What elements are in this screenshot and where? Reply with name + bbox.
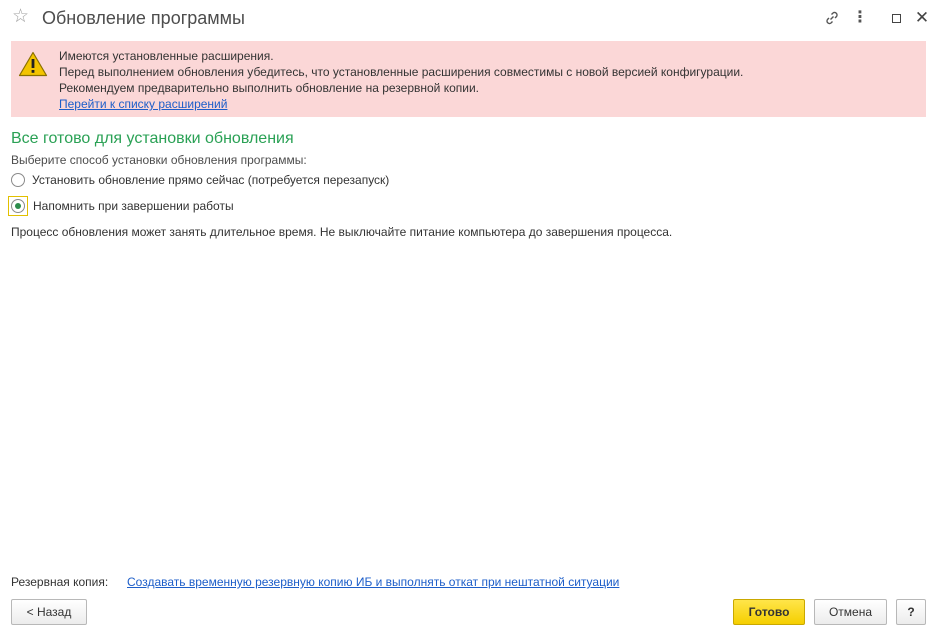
- window-title: Обновление программы: [42, 8, 245, 28]
- close-icon[interactable]: ✕: [912, 8, 932, 28]
- warning-text: Имеются установленные расширения. Перед …: [59, 48, 743, 112]
- option-install-now-label[interactable]: Установить обновление прямо сейчас (потр…: [32, 172, 389, 188]
- radio-install-now[interactable]: [11, 173, 25, 187]
- cancel-button[interactable]: Отмена: [814, 599, 887, 625]
- warning-line-2: Перед выполнением обновления убедитесь, …: [59, 65, 744, 79]
- warning-line-1: Имеются установленные расширения.: [59, 49, 274, 63]
- star-icon[interactable]: ☆: [12, 7, 29, 27]
- extensions-list-link[interactable]: Перейти к списку расширений: [59, 96, 743, 112]
- more-icon[interactable]: ⋮: [850, 8, 870, 28]
- title-bar: ☆ Обновление программы ⋮ ✕: [0, 0, 945, 36]
- link-icon-glyph: [826, 11, 838, 25]
- link-icon[interactable]: [822, 8, 842, 28]
- update-dialog: ☆ Обновление программы ⋮ ✕ Имеются устан…: [0, 0, 945, 637]
- radio-focus-frame: [8, 196, 28, 216]
- install-method-label: Выберите способ установки обновления про…: [11, 153, 307, 167]
- backup-option-link[interactable]: Создавать временную резервную копию ИБ и…: [127, 575, 619, 589]
- duration-note: Процесс обновления может занять длительн…: [11, 225, 673, 239]
- radio-remind-on-exit[interactable]: [11, 199, 25, 213]
- option-remind-on-exit[interactable]: Напомнить при завершении работы: [8, 196, 234, 216]
- option-remind-on-exit-label[interactable]: Напомнить при завершении работы: [33, 198, 234, 214]
- maximize-icon[interactable]: [886, 8, 906, 28]
- help-button[interactable]: ?: [896, 599, 926, 625]
- backup-label: Резервная копия:: [11, 575, 109, 589]
- warning-line-3: Рекомендуем предварительно выполнить обн…: [59, 81, 480, 95]
- warning-banner: Имеются установленные расширения. Перед …: [11, 41, 926, 117]
- warning-icon: [18, 51, 48, 80]
- option-install-now[interactable]: Установить обновление прямо сейчас (потр…: [11, 172, 389, 188]
- ready-heading: Все готово для установки обновления: [11, 130, 294, 147]
- done-button[interactable]: Готово: [733, 599, 805, 625]
- back-button[interactable]: < Назад: [11, 599, 87, 625]
